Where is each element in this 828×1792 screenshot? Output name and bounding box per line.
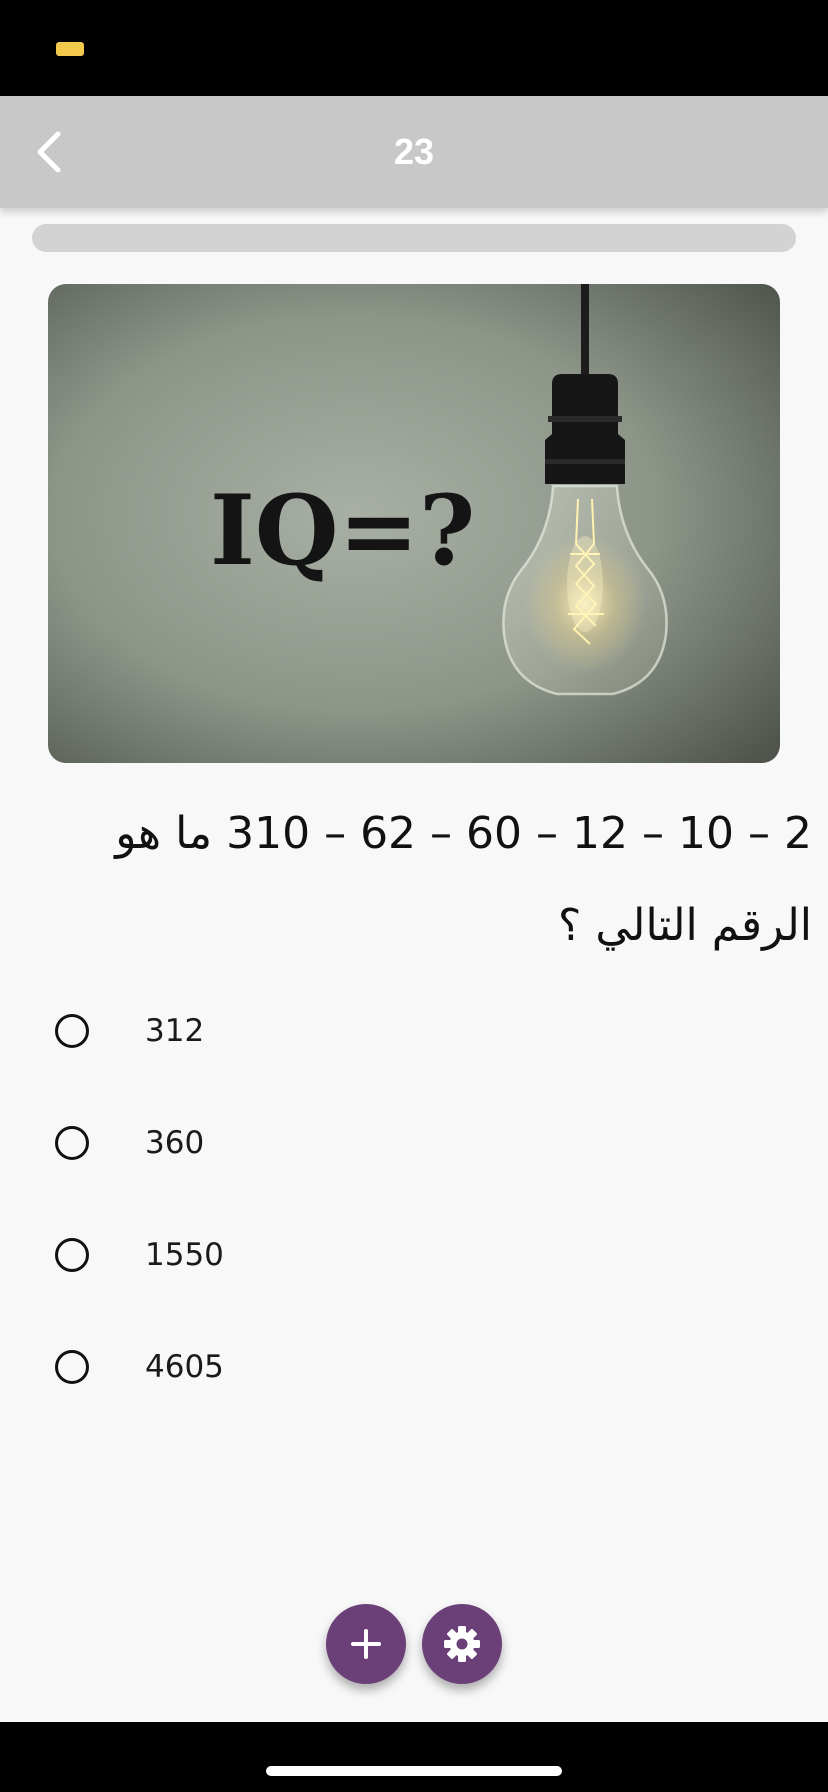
add-button[interactable] [326, 1604, 406, 1684]
app-bar: 23 [0, 96, 828, 208]
settings-button[interactable] [422, 1604, 502, 1684]
radio-button[interactable] [55, 1014, 89, 1048]
option-312[interactable]: 312 [0, 975, 828, 1087]
home-indicator[interactable] [266, 1766, 562, 1776]
option-1550[interactable]: 1550 [0, 1199, 828, 1311]
option-4605[interactable]: 4605 [0, 1311, 828, 1423]
gear-icon [444, 1626, 480, 1662]
option-label: 360 [145, 1125, 205, 1161]
option-label: 1550 [145, 1237, 224, 1273]
options-list: 312 360 1550 4605 [0, 975, 828, 1423]
page-title: 23 [393, 131, 435, 172]
radio-button[interactable] [55, 1350, 89, 1384]
status-bar [0, 0, 828, 96]
progress-bar [32, 224, 796, 252]
radio-button[interactable] [55, 1238, 89, 1272]
navigation-bar [0, 1722, 828, 1792]
option-360[interactable]: 360 [0, 1087, 828, 1199]
plus-icon [351, 1629, 381, 1659]
question-image: IQ=? [48, 284, 780, 763]
option-label: 312 [145, 1013, 205, 1049]
radio-button[interactable] [55, 1126, 89, 1160]
battery-icon [56, 42, 84, 56]
option-label: 4605 [145, 1349, 224, 1385]
question-text: 2 – 10 – 12 – 60 – 62 – 310 ما هو الرقم … [115, 808, 812, 951]
svg-text:IQ=?: IQ=? [210, 474, 475, 587]
